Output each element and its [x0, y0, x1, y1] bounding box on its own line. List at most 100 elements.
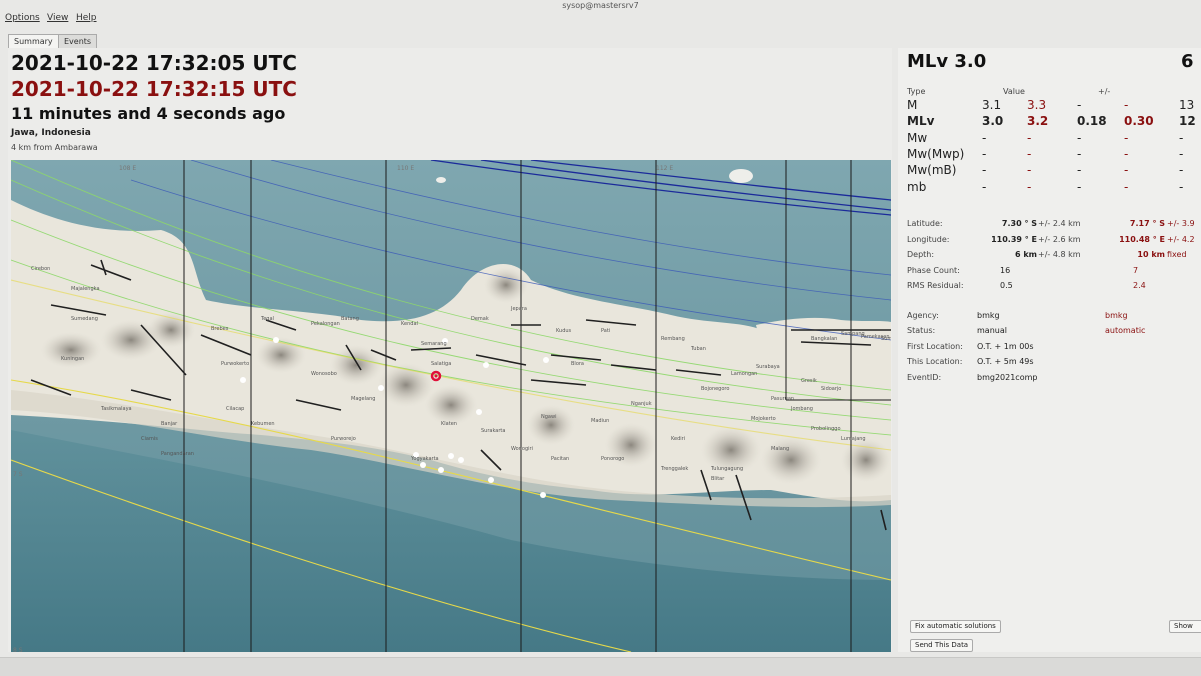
menu-view[interactable]: View: [47, 13, 68, 23]
menu-bar: Options View Help: [0, 12, 1201, 26]
magnitude-value-auto: -: [1027, 147, 1032, 161]
magnitude-value-auto: 3.3: [1027, 98, 1047, 112]
magnitude-type: Mw: [907, 131, 928, 145]
map-place-label: Pangandaran: [161, 451, 194, 457]
agency-row: Agency: bmkg bmkg: [907, 311, 1201, 325]
latitude-unc: +/- 2.4 km: [1038, 219, 1081, 228]
depth-auto: 10 km: [1137, 250, 1165, 259]
latitude-auto: 7.17 ° S: [1129, 219, 1165, 228]
rms-row: RMS Residual: 0.5 2.4: [907, 281, 1201, 295]
map-place-label: Pacitan: [551, 456, 569, 462]
map-place-label: Trenggalek: [660, 466, 688, 472]
show-button[interactable]: Show: [1169, 620, 1201, 633]
map-place-label: Batang: [341, 316, 359, 322]
menu-options[interactable]: Options: [5, 13, 40, 23]
agency-auto: bmkg: [1105, 311, 1128, 320]
header-pm: +/-: [1098, 87, 1111, 96]
depth-label: Depth:: [907, 250, 935, 259]
map-place-label: Pekalongan: [311, 321, 340, 327]
magnitude-value: -: [982, 131, 987, 145]
map-grid-label: 7 S: [13, 471, 23, 478]
magnitude-row[interactable]: MLv 3.0 3.2 0.18 0.30 12: [907, 114, 1201, 130]
map-place-label: Kendal: [401, 321, 418, 327]
status-bar: [0, 657, 1201, 676]
magnitude-count: 12: [1179, 114, 1196, 128]
map-place-label: Ciamis: [141, 436, 158, 442]
event-id-value: bmg2021comp: [977, 373, 1038, 382]
map-place-label: Jepara: [510, 306, 527, 312]
phase-count-value: 16: [1000, 266, 1011, 275]
send-this-data-button[interactable]: Send This Data: [910, 639, 974, 652]
magnitude-count: -: [1179, 163, 1184, 177]
map-place-label: Bojonegoro: [701, 386, 729, 392]
region-name: Jawa, Indonesia: [11, 128, 91, 138]
magnitude-count: -: [1179, 147, 1184, 161]
magnitude-row[interactable]: mb - - - - -: [907, 180, 1201, 196]
magnitude-count: -: [1179, 131, 1184, 145]
magnitude-type: mb: [907, 180, 927, 194]
map-svg[interactable]: 108 E 110 E 112 E 7 S 8 S Semarang Pekalongan…: [11, 160, 891, 652]
magnitude-pm: -: [1077, 98, 1082, 112]
map-place-label: Mojokerto: [751, 416, 776, 422]
rms-value: 0.5: [1000, 281, 1013, 290]
map-place-label: Magelang: [351, 396, 375, 402]
magnitude-pm-auto: -: [1124, 180, 1129, 194]
map-place-label: Wonogiri: [511, 446, 533, 452]
magnitude-value: 3.0: [982, 114, 1004, 128]
this-location-row: This Location: O.T. + 5m 49s: [907, 357, 1201, 371]
longitude-label: Longitude:: [907, 235, 950, 244]
map-place-label: Surabaya: [756, 364, 780, 370]
status-value: manual: [977, 326, 1007, 335]
map-place-label: Banjar: [161, 421, 178, 427]
event-map[interactable]: 108 E 110 E 112 E 7 S 8 S Semarang Pekalongan…: [11, 160, 891, 652]
map-place-label: Pati: [601, 328, 610, 334]
latitude-value: 7.30 ° S: [1001, 219, 1037, 228]
map-place-label: Kuningan: [61, 356, 84, 362]
map-place-label: Sumedang: [71, 316, 98, 322]
magnitude-value: 3.1: [982, 98, 1002, 112]
map-place-label: Blora: [571, 361, 584, 367]
tab-events[interactable]: Events: [58, 34, 98, 48]
map-place-label: Salatiga: [431, 361, 451, 367]
map-place-label: Lumajang: [841, 436, 866, 442]
magnitude-type: M: [907, 98, 918, 112]
longitude-value: 110.39 ° E: [991, 235, 1037, 244]
magnitude-pm-auto: 0.30: [1124, 114, 1154, 128]
event-id-row: EventID: bmg2021comp: [907, 373, 1201, 387]
map-place-label: Sidoarjo: [821, 386, 841, 392]
current-time: 2021-10-22 17:32:15 UTC: [11, 77, 297, 101]
menu-help[interactable]: Help: [76, 13, 97, 23]
map-place-label: Jombang: [790, 406, 813, 412]
status-row: Status: manual automatic: [907, 326, 1201, 340]
longitude-row: Longitude: 110.39 ° E +/- 2.6 km 110.48 ° E…: [907, 235, 1201, 249]
magnitude-row[interactable]: M 3.1 3.3 - - 13: [907, 98, 1201, 114]
magnitude-row[interactable]: Mw(Mwp) - - - - -: [907, 147, 1201, 163]
map-place-label: Blitar: [711, 476, 725, 482]
magnitude-type: Mw(Mwp): [907, 147, 965, 161]
first-location-label: First Location:: [907, 342, 963, 351]
magnitude-value-auto: -: [1027, 180, 1032, 194]
depth-auto-unc: fixed: [1167, 250, 1187, 259]
magnitude-row[interactable]: Mw - - - - -: [907, 131, 1201, 147]
map-place-label: Majalengka: [71, 286, 100, 292]
map-place-label: Bangkalan: [811, 336, 837, 342]
phase-count-auto: 7: [1133, 266, 1139, 275]
map-place-label: Tasikmalaya: [100, 406, 132, 412]
map-place-label: Wonosobo: [311, 371, 337, 377]
depth-value: 6 km: [1014, 250, 1037, 259]
map-grid-label: 108 E: [119, 165, 136, 172]
agency-value: bmkg: [977, 311, 1000, 320]
map-place-label: Kebumen: [251, 421, 275, 427]
map-place-label: Demak: [471, 316, 489, 322]
magnitude-pm-auto: -: [1124, 147, 1129, 161]
map-place-label: Malang: [771, 446, 789, 452]
event-id-label: EventID:: [907, 373, 942, 382]
map-place-label: Klaten: [441, 421, 457, 427]
map-place-label: Pasuruan: [771, 396, 794, 402]
fix-automatic-solutions-button[interactable]: Fix automatic solutions: [910, 620, 1001, 633]
map-place-label: Tegal: [260, 316, 274, 322]
magnitude-count: 13: [1179, 98, 1195, 112]
tab-summary[interactable]: Summary: [8, 34, 59, 48]
magnitude-row[interactable]: Mw(mB) - - - - -: [907, 163, 1201, 179]
map-place-label: Purworejo: [331, 436, 356, 442]
